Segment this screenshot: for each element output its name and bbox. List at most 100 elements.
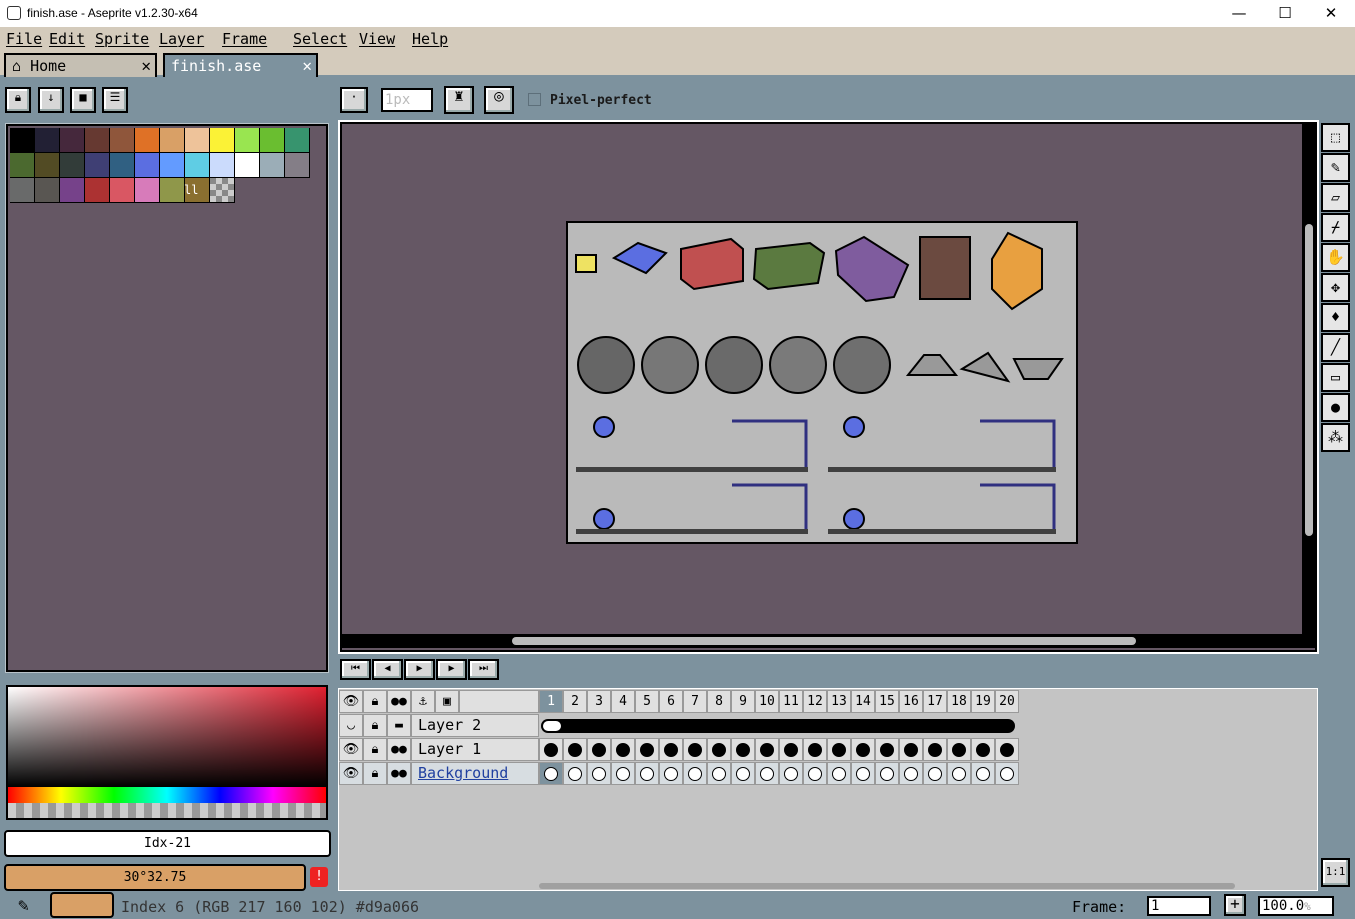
lock-header-icon[interactable]: 🔒︎	[363, 690, 387, 713]
cel[interactable]	[587, 762, 611, 785]
continuous-icon[interactable]: ▬	[387, 714, 411, 737]
cel[interactable]	[707, 738, 731, 761]
frame-header[interactable]: 17	[923, 690, 947, 713]
frame-header[interactable]: 11	[779, 690, 803, 713]
zoom-one-to-one-button[interactable]: 1:1	[1321, 858, 1350, 887]
timeline-horizontal-scrollbar[interactable]	[539, 883, 1235, 889]
marquee-tool-button[interactable]: ⬚	[1321, 123, 1350, 152]
palette-swatch[interactable]	[235, 128, 260, 153]
zoom-input[interactable]: 100.0%	[1258, 896, 1334, 916]
palette-swatch[interactable]	[85, 128, 110, 153]
cel[interactable]	[803, 738, 827, 761]
cel[interactable]	[635, 762, 659, 785]
cel[interactable]	[611, 738, 635, 761]
eyedropper-tool-button[interactable]: ⌿	[1321, 213, 1350, 242]
minimize-button[interactable]: —	[1216, 0, 1262, 27]
tab-home-close-icon[interactable]: ✕	[141, 56, 151, 75]
palette-swatch[interactable]	[185, 128, 210, 153]
palette-swatch[interactable]	[10, 153, 35, 178]
palette-swatch[interactable]	[210, 128, 235, 153]
menu-help[interactable]: Help	[412, 30, 448, 48]
frame-header[interactable]: 5	[635, 690, 659, 713]
cel[interactable]	[779, 738, 803, 761]
palette-swatch[interactable]	[35, 153, 60, 178]
cel[interactable]	[563, 738, 587, 761]
cel[interactable]	[563, 762, 587, 785]
new-frame-button[interactable]: +	[1224, 894, 1246, 916]
cel[interactable]	[707, 762, 731, 785]
palette-swatch[interactable]	[35, 128, 60, 153]
cel[interactable]	[971, 762, 995, 785]
palette-swatch[interactable]	[135, 153, 160, 178]
layer-name[interactable]: Background	[411, 762, 539, 785]
palette-swatch[interactable]	[85, 178, 110, 203]
next-frame-button[interactable]: ▶	[436, 659, 467, 680]
cel[interactable]	[995, 738, 1019, 761]
frame-header[interactable]: 20	[995, 690, 1019, 713]
cel[interactable]	[827, 762, 851, 785]
lock-icon[interactable]: 🔒︎	[363, 714, 387, 737]
palette-swatch[interactable]	[260, 153, 285, 178]
ink-button[interactable]: ♜	[444, 86, 474, 114]
cel[interactable]	[755, 762, 779, 785]
color-index-field[interactable]: Idx-21	[4, 830, 331, 857]
frame-header[interactable]: 2	[563, 690, 587, 713]
cel[interactable]	[947, 762, 971, 785]
frame-header[interactable]: 7	[683, 690, 707, 713]
play-button[interactable]: ▶	[404, 659, 435, 680]
menu-layer[interactable]: Layer	[159, 30, 204, 48]
layer-name[interactable]: Layer 1	[411, 738, 539, 761]
alpha-slider[interactable]	[8, 803, 326, 818]
palette-swatch[interactable]	[10, 178, 35, 203]
cel[interactable]	[875, 762, 899, 785]
lock-icon[interactable]: 🔒︎	[363, 738, 387, 761]
cel[interactable]	[539, 738, 563, 761]
palette-swatch[interactable]	[135, 178, 160, 203]
cel[interactable]	[611, 762, 635, 785]
cel[interactable]	[923, 762, 947, 785]
layer-name[interactable]: Layer 2	[411, 714, 539, 737]
cel[interactable]	[659, 762, 683, 785]
warning-icon[interactable]: !	[310, 867, 328, 887]
frame-header[interactable]: 3	[587, 690, 611, 713]
palette-swatch[interactable]	[185, 153, 210, 178]
palette-swatch[interactable]	[235, 153, 260, 178]
cel[interactable]	[803, 762, 827, 785]
rectangle-tool-button[interactable]: ▭	[1321, 363, 1350, 392]
frame-header[interactable]: 1	[539, 690, 563, 713]
palette-swatch[interactable]	[160, 128, 185, 153]
palette-swatch[interactable]	[110, 153, 135, 178]
frame-header[interactable]: 9	[731, 690, 755, 713]
saturation-value-box[interactable]	[8, 687, 326, 787]
cel[interactable]	[755, 738, 779, 761]
cel[interactable]	[851, 762, 875, 785]
line-tool-button[interactable]: ╱	[1321, 333, 1350, 362]
palette-swatch[interactable]	[135, 128, 160, 153]
presets-palette-button[interactable]: ■	[70, 87, 96, 113]
continuous-icon[interactable]: ●●	[387, 762, 411, 785]
eye-icon[interactable]: ◡	[339, 714, 363, 737]
pixel-perfect-checkbox[interactable]	[528, 93, 541, 106]
last-frame-button[interactable]: ⏭	[468, 659, 499, 680]
cel[interactable]	[779, 762, 803, 785]
pencil-tool-button[interactable]: ✎	[1321, 153, 1350, 182]
horizontal-scrollbar[interactable]	[512, 637, 1136, 645]
maximize-button[interactable]: ☐	[1262, 0, 1308, 27]
prev-frame-button[interactable]: ◀	[372, 659, 403, 680]
continuous-icon[interactable]: ●●	[387, 738, 411, 761]
move-tool-button[interactable]: ✥	[1321, 273, 1350, 302]
vertical-scrollbar[interactable]	[1305, 224, 1313, 536]
eraser-tool-button[interactable]: ▱	[1321, 183, 1350, 212]
palette-swatch[interactable]	[60, 128, 85, 153]
frame-input[interactable]: 1	[1147, 896, 1211, 916]
cel[interactable]	[971, 738, 995, 761]
cel[interactable]	[899, 738, 923, 761]
close-button[interactable]: ✕	[1308, 0, 1354, 27]
color-spectrum[interactable]	[6, 685, 328, 820]
frame-header[interactable]: 6	[659, 690, 683, 713]
continuous-header-icon[interactable]: ●●	[387, 690, 411, 713]
first-frame-button[interactable]: ⏮	[340, 659, 371, 680]
color-value-field[interactable]: 30°32.75	[4, 864, 306, 891]
palette-swatch[interactable]	[285, 128, 310, 153]
palette-swatch[interactable]	[35, 178, 60, 203]
